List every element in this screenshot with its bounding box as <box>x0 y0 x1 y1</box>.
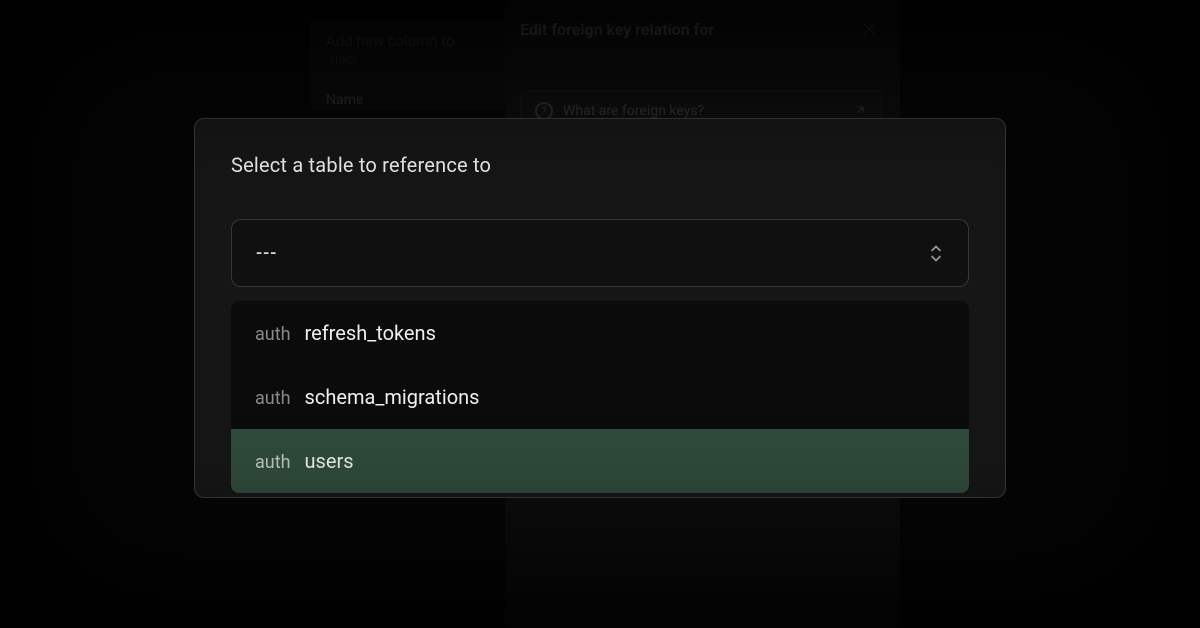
table-options-dropdown: auth refresh_tokens auth schema_migratio… <box>231 301 969 493</box>
table-option[interactable]: auth schema_migrations <box>231 365 969 429</box>
table-select[interactable]: --- <box>231 219 969 287</box>
option-schema: auth <box>255 452 291 473</box>
option-table: schema_migrations <box>305 385 480 409</box>
option-schema: auth <box>255 324 291 345</box>
table-select-value: --- <box>256 243 277 264</box>
option-table: users <box>305 449 354 473</box>
table-option[interactable]: auth users <box>231 429 969 493</box>
option-schema: auth <box>255 388 291 409</box>
select-table-modal: Select a table to reference to --- auth … <box>194 118 1006 498</box>
modal-title: Select a table to reference to <box>231 153 969 177</box>
table-option[interactable]: auth refresh_tokens <box>231 301 969 365</box>
option-table: refresh_tokens <box>305 321 436 345</box>
chevron-up-down-icon <box>928 244 944 263</box>
